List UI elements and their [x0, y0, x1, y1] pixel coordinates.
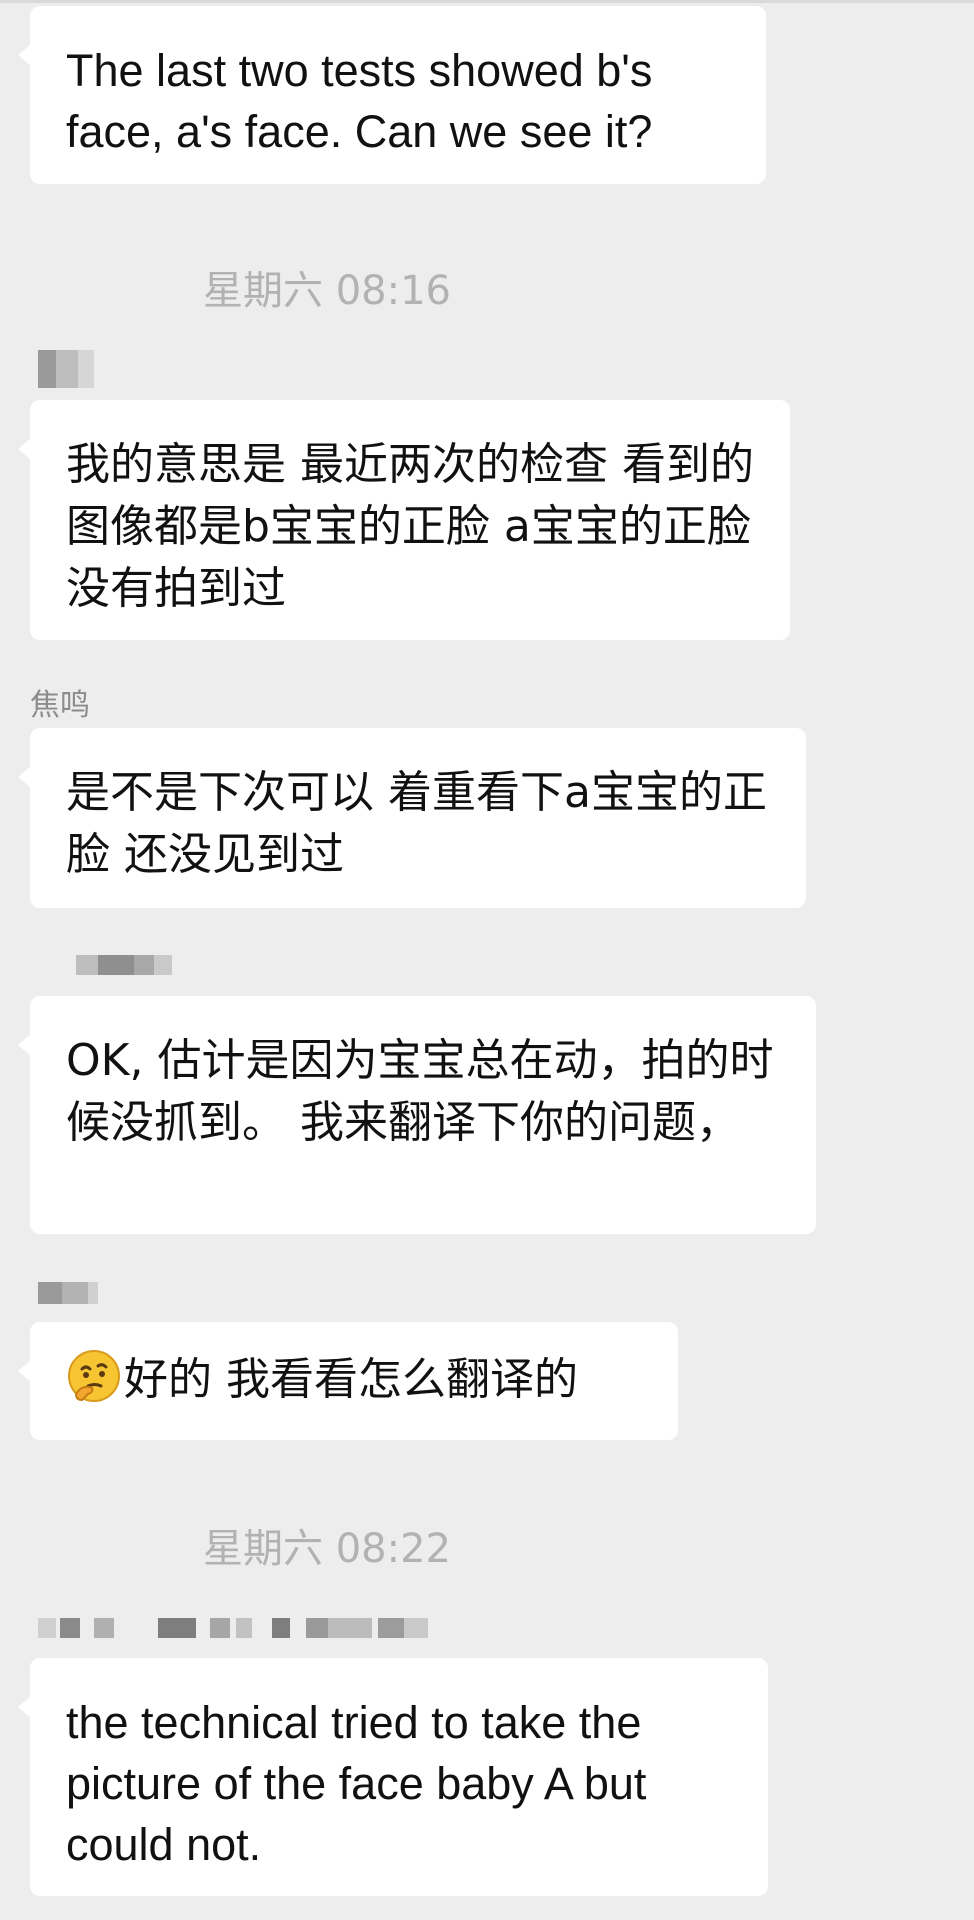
- message-bubble[interactable]: 好的 我看看怎么翻译的: [18, 1322, 678, 1440]
- message-bubble[interactable]: 我的意思是 最近两次的检查 看到的图像都是b宝宝的正脸 a宝宝的正脸没有拍到过: [18, 400, 790, 640]
- timestamp: 星期六 08:22: [203, 1526, 451, 1572]
- message-text: the technical tried to take the picture …: [66, 1697, 647, 1870]
- timestamp: 星期六 08:16: [203, 268, 451, 314]
- redacted-sender-name: [76, 955, 172, 975]
- message-bubble[interactable]: OK, 估计是因为宝宝总在动，拍的时候没抓到。 我来翻译下你的问题，: [18, 996, 816, 1234]
- redacted-sender-name: [38, 1282, 98, 1304]
- thinking-face-emoji-icon: [68, 1350, 120, 1402]
- redacted-sender-name: [38, 1618, 428, 1638]
- message-text: 是不是下次可以 着重看下a宝宝的正脸 还没见到过: [66, 767, 767, 880]
- message-bubble[interactable]: The last two tests showed b's face, a's …: [18, 6, 766, 184]
- redacted-sender-name: [38, 350, 94, 388]
- message-text: OK, 估计是因为宝宝总在动，拍的时候没抓到。 我来翻译下你的问题，: [66, 1035, 774, 1148]
- sender-name: 焦鸣: [30, 688, 90, 723]
- message-content: 好的 我看看怎么翻译的: [66, 1348, 642, 1411]
- message-text: 我的意思是 最近两次的检查 看到的图像都是b宝宝的正脸 a宝宝的正脸没有拍到过: [66, 439, 754, 614]
- message-text: 好的 我看看怎么翻译的: [124, 1354, 578, 1405]
- top-divider: [0, 0, 974, 3]
- message-text: The last two tests showed b's face, a's …: [66, 45, 653, 157]
- message-bubble[interactable]: the technical tried to take the picture …: [18, 1658, 768, 1896]
- message-bubble[interactable]: 是不是下次可以 着重看下a宝宝的正脸 还没见到过: [18, 728, 806, 908]
